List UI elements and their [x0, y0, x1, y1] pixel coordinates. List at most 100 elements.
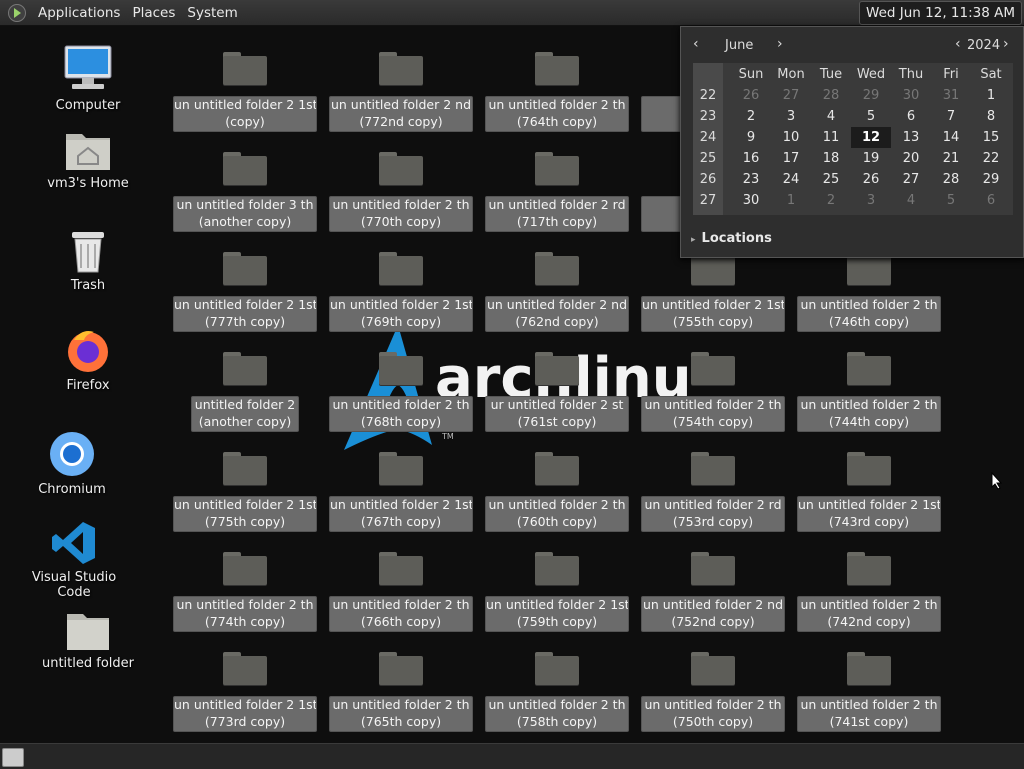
desktop-folder[interactable]: un untitled folder 2 th (742nd copy)	[797, 549, 941, 634]
folder-icon	[223, 249, 267, 287]
next-month-icon[interactable]: ›	[777, 36, 783, 52]
desktop-folder[interactable]: un untitled folder 2 th (760th copy)	[485, 449, 629, 534]
desktop-icon-firefox[interactable]: Firefox	[40, 326, 136, 393]
desktop-folder[interactable]: un untitled folder 2 th (774th copy)	[173, 549, 317, 634]
calendar-day[interactable]: 22	[971, 148, 1011, 169]
desktop-folder[interactable]: un untitled folder 2 1st (743rd copy)	[797, 449, 941, 534]
desktop-folder[interactable]: un untitled folder 2 th (750th copy)	[641, 649, 785, 734]
show-desktop-icon[interactable]	[2, 748, 24, 767]
calendar-day[interactable]: 20	[891, 148, 931, 169]
calendar-day[interactable]: 26	[851, 169, 891, 190]
desktop-folder[interactable]: un untitled folder 2 th (744th copy)	[797, 349, 941, 434]
desktop-folder[interactable]: un untitled folder 2 1st (759th copy)	[485, 549, 629, 634]
calendar-day[interactable]: 3	[851, 190, 891, 211]
menu-logo-icon[interactable]	[8, 3, 26, 22]
desktop-icon-untitled-folder[interactable]: untitled folder	[40, 610, 136, 671]
folder-label-line1: un untitled folder 2 th	[332, 597, 470, 612]
calendar-day[interactable]: 1	[971, 85, 1011, 106]
calendar-day[interactable]: 4	[811, 106, 851, 127]
desktop-folder[interactable]: un untitled folder 2 rd (717th copy)	[485, 149, 629, 234]
calendar-day[interactable]: 5	[931, 190, 971, 211]
folder-icon	[847, 549, 891, 587]
calendar-day[interactable]: 29	[971, 169, 1011, 190]
calendar-day[interactable]: 8	[971, 106, 1011, 127]
system-menu[interactable]: System	[181, 5, 243, 21]
desktop-folder[interactable]: un untitled folder 2 th (754th copy)	[641, 349, 785, 434]
calendar-day[interactable]: 21	[931, 148, 971, 169]
desktop-folder[interactable]: un untitled folder 2 rd (753rd copy)	[641, 449, 785, 534]
calendar-day[interactable]: 28	[931, 169, 971, 190]
calendar-day[interactable]: 3	[771, 106, 811, 127]
desktop-folder[interactable]: un untitled folder 3 th (another copy)	[173, 149, 317, 234]
calendar-day[interactable]: 2	[731, 106, 771, 127]
desktop-folder[interactable]: un untitled folder 2 th (764th copy)	[485, 49, 629, 134]
folder-label-line1: un untitled folder 2 th	[800, 597, 938, 612]
calendar-day[interactable]: 12	[851, 127, 891, 148]
desktop-folder[interactable]: un untitled folder 2 nd (752nd copy)	[641, 549, 785, 634]
calendar-day[interactable]: 18	[811, 148, 851, 169]
desktop-folder[interactable]: un untitled folder 2 th (765th copy)	[329, 649, 473, 734]
calendar-day[interactable]: 19	[851, 148, 891, 169]
calendar-day[interactable]: 30	[731, 190, 771, 211]
calendar-day[interactable]: 13	[891, 127, 931, 148]
desktop-folder[interactable]: un untitled folder 2 th (766th copy)	[329, 549, 473, 634]
desktop-folder[interactable]: un untitled folder 2 1st (769th copy)	[329, 249, 473, 334]
calendar-day[interactable]: 31	[931, 85, 971, 106]
calendar-day[interactable]: 9	[731, 127, 771, 148]
calendar-day[interactable]: 15	[971, 127, 1011, 148]
calendar-day[interactable]: 14	[931, 127, 971, 148]
folder-label: un untitled folder 2 rd (753rd copy)	[641, 496, 785, 532]
calendar-day[interactable]: 6	[971, 190, 1011, 211]
desktop-folder[interactable]: un untitled folder 2 1st (767th copy)	[329, 449, 473, 534]
desktop-folder[interactable]: untitled folder 2 (another copy)	[191, 349, 299, 434]
calendar-day[interactable]: 30	[891, 85, 931, 106]
calendar-day[interactable]: 10	[771, 127, 811, 148]
calendar-day[interactable]: 25	[811, 169, 851, 190]
folder-label: un untitled folder 3 th (another copy)	[173, 196, 317, 232]
calendar-day[interactable]: 4	[891, 190, 931, 211]
desktop-folder[interactable]: un untitled folder 2 1st (777th copy)	[173, 249, 317, 334]
folder-label: un untitled folder 2 th (768th copy)	[329, 396, 473, 432]
desktop-folder[interactable]: un untitled folder 2 th (758th copy)	[485, 649, 629, 734]
desktop-folder[interactable]: un untitled folder 2 nd (772nd copy)	[329, 49, 473, 134]
applications-menu[interactable]: Applications	[32, 5, 126, 21]
calendar-day[interactable]: 16	[731, 148, 771, 169]
calendar-day[interactable]: 1	[771, 190, 811, 211]
desktop-folder[interactable]: un untitled folder 2 th (741st copy)	[797, 649, 941, 734]
calendar-day[interactable]: 2	[811, 190, 851, 211]
desktop-folder[interactable]: un untitled folder 2 th (746th copy)	[797, 249, 941, 334]
calendar-day[interactable]: 24	[771, 169, 811, 190]
desktop-folder[interactable]: un untitled folder 2 th (770th copy)	[329, 149, 473, 234]
places-menu[interactable]: Places	[126, 5, 181, 21]
calendar-day[interactable]: 7	[931, 106, 971, 127]
desktop-folder[interactable]: un untitled folder 2 nd (762nd copy)	[485, 249, 629, 334]
desktop-folder[interactable]: un untitled folder 2 1st (773rd copy)	[173, 649, 317, 734]
clock[interactable]: Wed Jun 12, 11:38 AM	[859, 1, 1022, 25]
desktop-folder[interactable]: ur untitled folder 2 st (761st copy)	[485, 349, 629, 434]
desktop-icon-vscode[interactable]: Visual Studio Code	[14, 520, 134, 600]
desktop-folder[interactable]: un untitled folder 2 1st (775th copy)	[173, 449, 317, 534]
desktop-icon-computer[interactable]: Computer	[40, 44, 136, 113]
next-year-icon[interactable]: ›	[1003, 36, 1009, 52]
locations-expander[interactable]: ▸ Locations	[691, 231, 772, 246]
desktop-icon-chromium[interactable]: Chromium	[24, 430, 120, 497]
desktop-folder[interactable]: un untitled folder 2 th (768th copy)	[329, 349, 473, 434]
calendar-day[interactable]: 11	[811, 127, 851, 148]
folder-label-line2: (752nd copy)	[671, 613, 755, 629]
desktop-icon-trash[interactable]: Trash	[40, 228, 136, 293]
folder-icon	[223, 449, 267, 487]
calendar-day[interactable]: 26	[731, 85, 771, 106]
calendar-day[interactable]: 17	[771, 148, 811, 169]
desktop-folder[interactable]: un untitled folder 2 1st (copy)	[173, 49, 317, 134]
calendar-day[interactable]: 23	[731, 169, 771, 190]
calendar-day[interactable]: 28	[811, 85, 851, 106]
calendar-day[interactable]: 5	[851, 106, 891, 127]
calendar-day[interactable]: 29	[851, 85, 891, 106]
calendar-day[interactable]: 6	[891, 106, 931, 127]
calendar-day[interactable]: 27	[771, 85, 811, 106]
desktop-icon-home[interactable]: vm3's Home	[40, 128, 136, 191]
desktop-folder[interactable]: un untitled folder 2 1st (755th copy)	[641, 249, 785, 334]
prev-year-icon[interactable]: ‹	[955, 36, 961, 52]
calendar-day[interactable]: 27	[891, 169, 931, 190]
prev-month-icon[interactable]: ‹	[693, 36, 699, 52]
